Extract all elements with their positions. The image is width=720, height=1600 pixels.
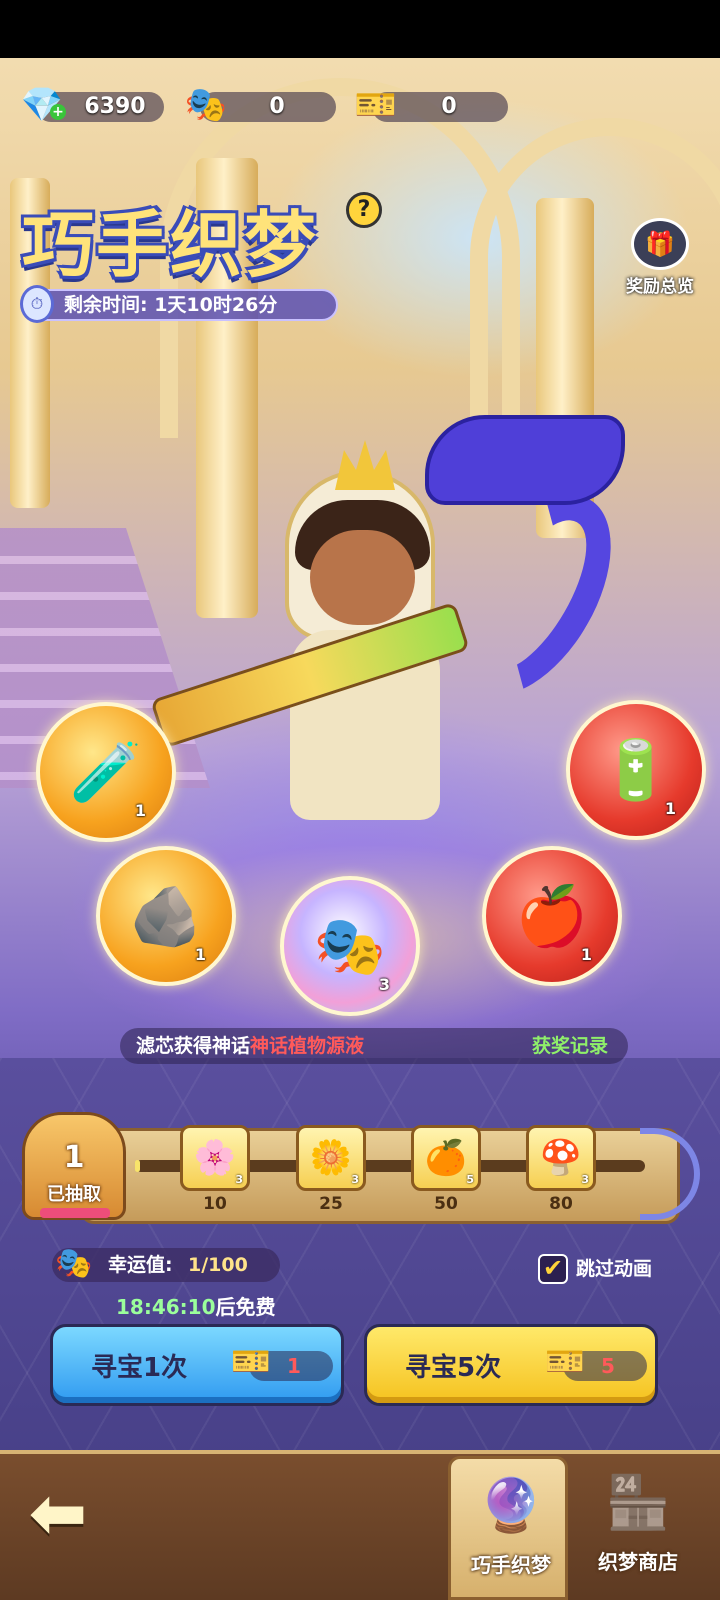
reward-orb-battery[interactable]: 🔋 1 bbox=[566, 700, 706, 840]
potion-icon: 🧪 bbox=[69, 737, 143, 806]
milestone-threshold: 50 bbox=[434, 1194, 458, 1214]
draw-count: 1 bbox=[63, 1140, 85, 1175]
milestone-reward[interactable]: 🍊 5 bbox=[411, 1125, 481, 1191]
mask-value: 0 bbox=[269, 94, 285, 119]
milestone-count: 3 bbox=[351, 1173, 359, 1186]
stone-icon: 🪨 bbox=[129, 881, 203, 950]
shop-icon: 🏪 bbox=[605, 1473, 671, 1533]
daisy-icon: 🌼 bbox=[309, 1138, 353, 1178]
milestone-reward[interactable]: 🌸 3 bbox=[180, 1125, 250, 1191]
ticket-value: 0 bbox=[441, 94, 457, 119]
free-countdown-suffix: 后免费 bbox=[215, 1295, 276, 1319]
free-countdown: 18:46:10后免费 bbox=[116, 1292, 276, 1322]
milestone-threshold: 10 bbox=[203, 1194, 227, 1214]
skip-animation-label[interactable]: 跳过动画 bbox=[576, 1254, 652, 1284]
tab-label: 织梦商店 bbox=[598, 1550, 678, 1574]
fruit-icon: 🍎 bbox=[515, 881, 589, 950]
milestone-threshold: 25 bbox=[319, 1194, 343, 1214]
milestone-count: 5 bbox=[466, 1173, 474, 1186]
orange-icon: 🍊 bbox=[424, 1138, 468, 1178]
progress-fill bbox=[135, 1160, 141, 1172]
milestone-threshold: 80 bbox=[549, 1194, 573, 1214]
mask-icon: 🎭 bbox=[313, 911, 387, 980]
battery-icon: 🔋 bbox=[599, 735, 673, 804]
prize-record-link[interactable]: 获奖记录 bbox=[532, 1028, 608, 1064]
orb-count: 1 bbox=[664, 799, 676, 818]
draw-five-button[interactable]: 寻宝5次 🎫 5 bbox=[364, 1324, 658, 1406]
orb-count: 3 bbox=[378, 975, 390, 994]
tab-dream-weaving[interactable]: 🔮 巧手织梦 bbox=[448, 1456, 568, 1600]
tab-dream-shop[interactable]: 🏪 织梦商店 bbox=[578, 1456, 698, 1600]
reward-orb-potion[interactable]: 🧪 1 bbox=[36, 702, 176, 842]
tab-label: 巧手织梦 bbox=[471, 1553, 551, 1577]
mask-icon: 🎭 bbox=[184, 85, 228, 125]
draw-count-label: 已抽取 bbox=[47, 1184, 101, 1205]
remaining-time-text: 剩余时间: 1天10时26分 bbox=[64, 294, 278, 316]
diamond-value: 6390 bbox=[84, 94, 146, 119]
skip-animation-checkbox[interactable]: ✔ bbox=[538, 1254, 568, 1284]
milestone-reward[interactable]: 🌼 3 bbox=[296, 1125, 366, 1191]
orb-count: 1 bbox=[194, 945, 206, 964]
announcement-text: 滤芯获得神话神话植物源液 bbox=[136, 1028, 364, 1064]
luck-value: 1/100 bbox=[188, 1254, 248, 1276]
announcement-prefix: 滤芯获得神话 bbox=[136, 1035, 251, 1057]
draw-once-button[interactable]: 寻宝1次 🎫 1 bbox=[50, 1324, 344, 1406]
ticket-icon: 🎫 bbox=[231, 1342, 271, 1380]
ticket-icon: 🎫 bbox=[545, 1342, 585, 1380]
back-arrow-icon[interactable]: ⬅ bbox=[18, 1478, 98, 1548]
draw-once-cost: 1 bbox=[287, 1354, 301, 1378]
reward-orb-stone[interactable]: 🪨 1 bbox=[96, 846, 236, 986]
stopwatch-icon: ⏱ bbox=[20, 285, 54, 323]
reward-overview-label: 奖励总览 bbox=[626, 277, 694, 297]
reward-orb-mask[interactable]: 🎭 3 bbox=[280, 876, 420, 1016]
draw-count-badge: 1 已抽取 bbox=[14, 1112, 134, 1224]
announcement-highlight: 神话植物源液 bbox=[250, 1035, 365, 1057]
reward-overview-button[interactable]: 🎁 奖励总览 bbox=[612, 218, 708, 297]
mask-icon: 🎭 bbox=[55, 1246, 93, 1281]
reward-orb-fruit[interactable]: 🍎 1 bbox=[482, 846, 622, 986]
milestone-count: 3 bbox=[235, 1173, 243, 1186]
draw-five-cost: 5 bbox=[601, 1354, 615, 1378]
flower-icon: 🌸 bbox=[193, 1138, 237, 1178]
orb-count: 1 bbox=[134, 801, 146, 820]
draw-five-label: 寻宝5次 bbox=[405, 1353, 502, 1383]
add-diamond-button[interactable]: + bbox=[50, 104, 66, 120]
treasure-chest-icon: 🎁 bbox=[631, 218, 689, 270]
draw-once-label: 寻宝1次 bbox=[91, 1353, 188, 1383]
crystal-ball-icon: 🔮 bbox=[478, 1476, 544, 1536]
orb-count: 1 bbox=[580, 945, 592, 964]
event-title: 巧手织梦 bbox=[22, 203, 319, 287]
milestone-reward[interactable]: 🍄 3 bbox=[526, 1125, 596, 1191]
dragon-companion bbox=[415, 405, 642, 721]
help-icon[interactable]: ? bbox=[346, 192, 382, 228]
mushroom-icon: 🍄 bbox=[539, 1138, 583, 1178]
luck-label: 幸运值: bbox=[108, 1254, 173, 1276]
milestone-count: 3 bbox=[581, 1173, 589, 1186]
free-countdown-time: 18:46:10 bbox=[116, 1295, 216, 1319]
ticket-icon: 🎫 bbox=[354, 85, 398, 125]
